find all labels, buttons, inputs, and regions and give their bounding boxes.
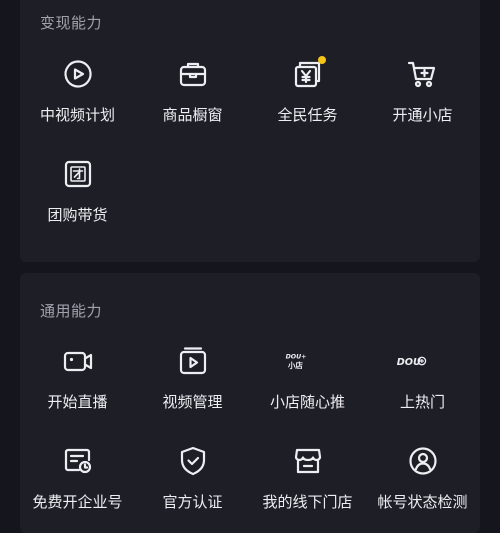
- dou-shop-logo-icon: DOU+ 小店: [280, 345, 336, 377]
- item-mid-video-plan[interactable]: 中视频计划: [20, 58, 135, 148]
- dou-plus-logo-icon: DOU: [395, 345, 451, 377]
- item-label: 官方认证: [162, 493, 223, 511]
- item-label: 中视频计划: [39, 106, 115, 124]
- item-label: 我的线下门店: [262, 493, 353, 511]
- item-label: 开始直播: [47, 393, 108, 411]
- group-buy-icon: [62, 158, 94, 190]
- item-label: 商品橱窗: [162, 106, 223, 124]
- briefcase-icon: [177, 58, 209, 90]
- item-shop-promote[interactable]: DOU+ 小店 小店随心推: [250, 345, 365, 435]
- notification-dot: [318, 56, 326, 64]
- item-label: 免费开企业号: [32, 493, 123, 511]
- section-title-monetize: 变现能力: [40, 14, 103, 32]
- svg-text:DOU: DOU: [397, 357, 421, 368]
- account-check-icon: [407, 445, 439, 477]
- video-manage-icon: [177, 345, 209, 377]
- enterprise-card-icon: [62, 445, 94, 477]
- general-card: 通用能力 开始直播 视频管理 DOU+ 小店 小店随心推 DOU 上热门 免费开…: [20, 273, 480, 533]
- item-go-trending[interactable]: DOU 上热门: [365, 345, 480, 435]
- item-label: 团购带货: [47, 206, 108, 224]
- play-circle-icon: [62, 58, 94, 90]
- svg-text:DOU+: DOU+: [286, 354, 307, 361]
- monetize-card: 变现能力 中视频计划 商品橱窗 全民任务 开通小店 团购带货: [20, 0, 480, 262]
- item-product-showcase[interactable]: 商品橱窗: [135, 58, 250, 148]
- item-group-buy[interactable]: 团购带货: [20, 158, 135, 248]
- item-label: 帐号状态检测: [377, 493, 468, 511]
- storefront-icon: [292, 445, 324, 477]
- item-label: 全民任务: [277, 106, 338, 124]
- item-label: 上热门: [399, 393, 445, 411]
- svg-text:小店: 小店: [288, 360, 303, 370]
- item-start-live[interactable]: 开始直播: [20, 345, 135, 435]
- yuan-card-icon: [292, 56, 326, 90]
- cart-plus-icon: [407, 58, 439, 90]
- item-label: 小店随心推: [269, 393, 345, 411]
- video-camera-icon: [62, 345, 94, 377]
- item-official-verify[interactable]: 官方认证: [135, 445, 250, 533]
- section-title-general: 通用能力: [40, 302, 103, 320]
- item-label: 开通小店: [392, 106, 453, 124]
- item-account-check[interactable]: 帐号状态检测: [365, 445, 480, 533]
- item-video-manage[interactable]: 视频管理: [135, 345, 250, 435]
- item-open-shop[interactable]: 开通小店: [365, 58, 480, 148]
- item-offline-store[interactable]: 我的线下门店: [250, 445, 365, 533]
- item-national-task[interactable]: 全民任务: [250, 56, 365, 148]
- item-enterprise-account[interactable]: 免费开企业号: [20, 445, 135, 533]
- item-label: 视频管理: [162, 393, 223, 411]
- shield-check-icon: [177, 445, 209, 477]
